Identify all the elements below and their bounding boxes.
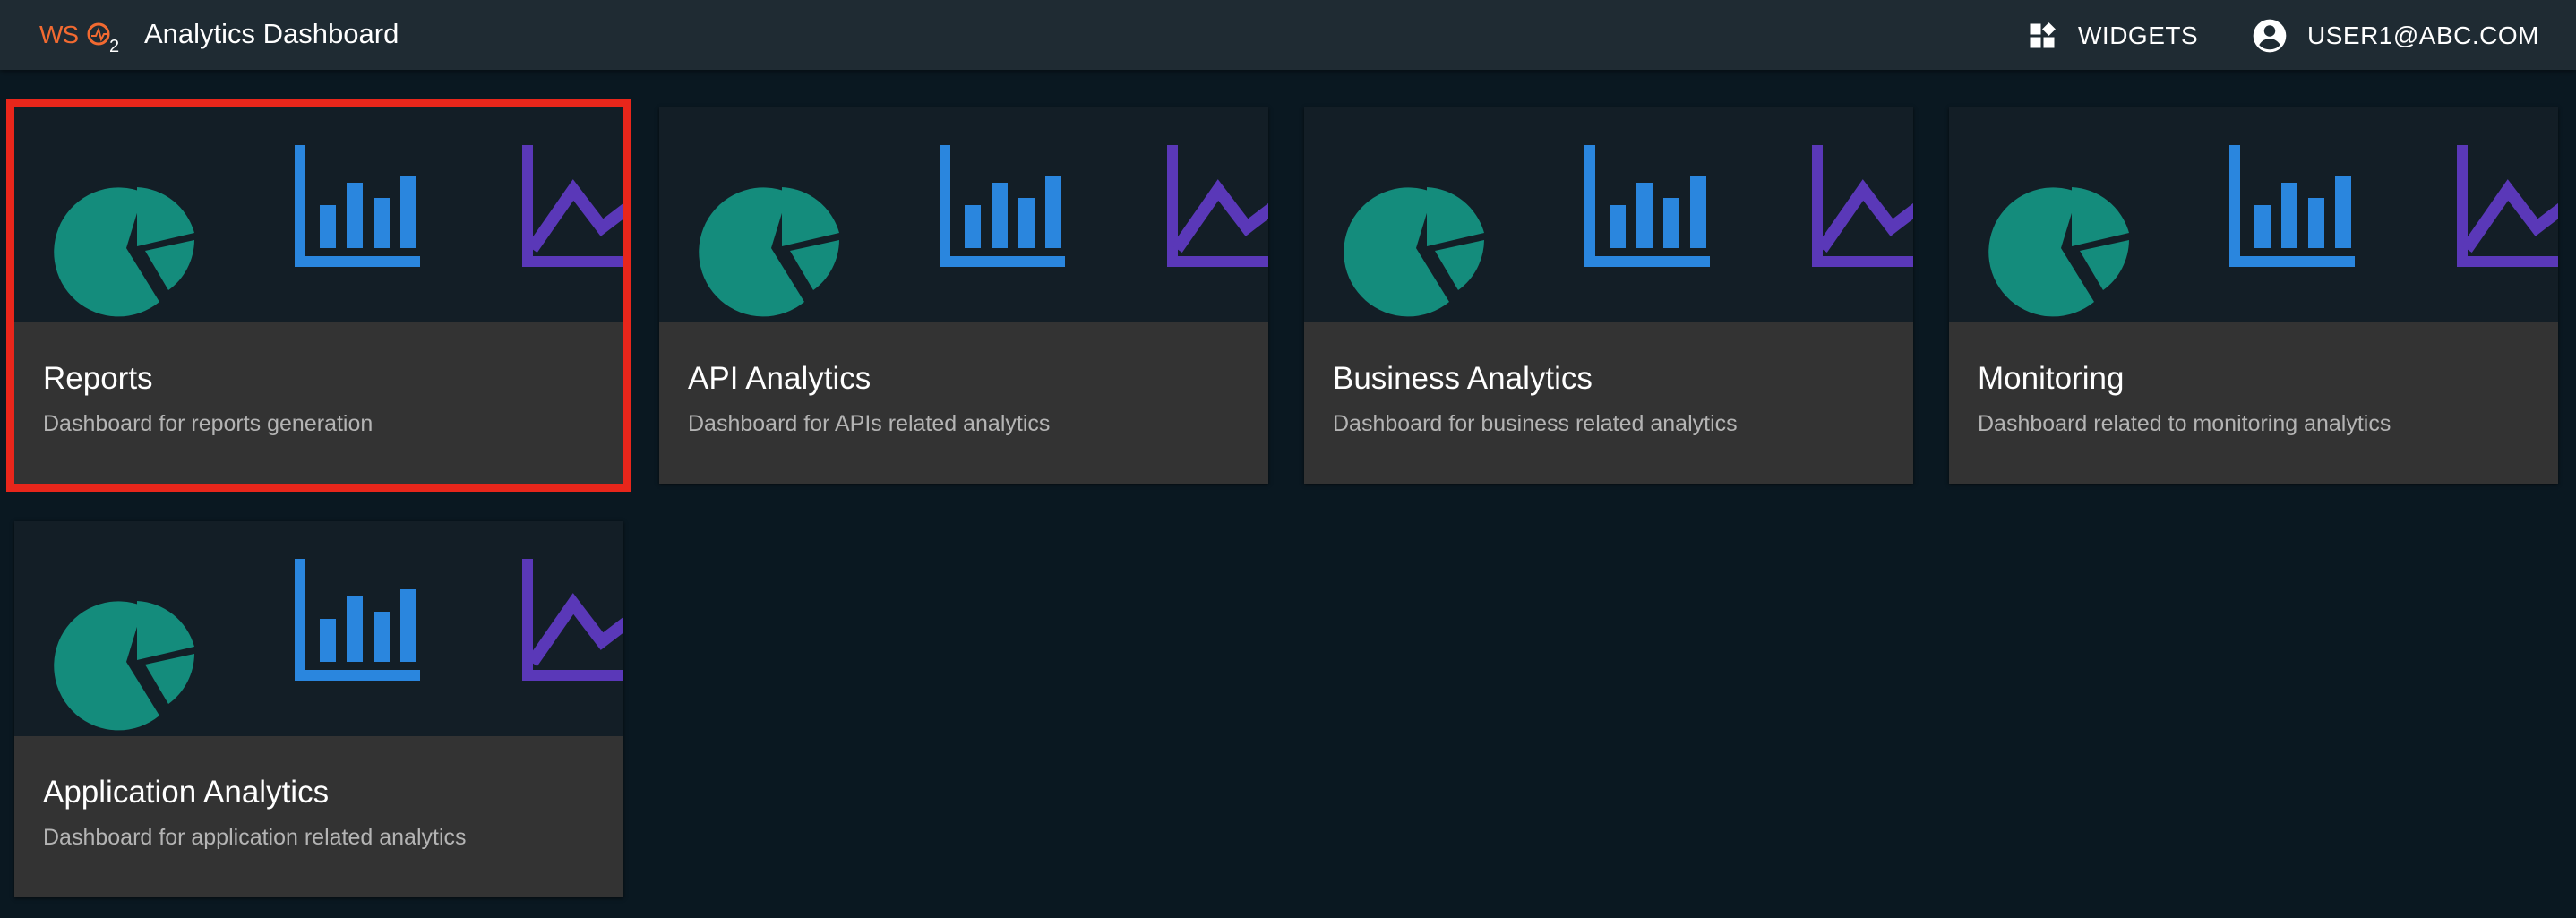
pie-chart-icon: [699, 187, 839, 317]
card-description: Dashboard for reports generation: [43, 411, 374, 436]
card-thumbnail: [14, 107, 623, 322]
widgets-label: WIDGETS: [2078, 21, 2199, 49]
card-description: Dashboard for APIs related analytics: [688, 411, 1051, 436]
user-email-label: USER1@ABC.COM: [2307, 21, 2539, 49]
dashboard-card[interactable]: Business Analytics Dashboard for busines…: [1304, 107, 1913, 484]
widgets-icon: [2030, 22, 2056, 48]
svg-text:2: 2: [109, 37, 119, 56]
card-thumbnail: [659, 107, 1268, 322]
pie-chart-icon: [1988, 187, 2129, 317]
account-circle-icon: [2253, 19, 2287, 53]
line-chart-icon: [2457, 145, 2558, 267]
line-chart-icon: [1812, 145, 1913, 267]
card-description: Dashboard related to monitoring analytic…: [1978, 411, 2391, 436]
pie-chart-icon: [54, 187, 194, 317]
bar-chart-icon: [295, 559, 420, 681]
card-thumbnail: [1949, 107, 2558, 322]
svg-text:WS: WS: [39, 21, 78, 48]
line-chart-icon: [522, 559, 623, 681]
bar-chart-icon: [940, 145, 1065, 267]
dashboard-card[interactable]: API Analytics Dashboard for APIs related…: [659, 107, 1268, 484]
pie-chart-icon: [1344, 187, 1484, 317]
card-title: Reports: [43, 361, 153, 396]
app-title: Analytics Dashboard: [144, 18, 399, 49]
line-chart-icon: [1167, 145, 1268, 267]
bar-chart-icon: [2229, 145, 2355, 267]
dashboard-card[interactable]: Monitoring Dashboard related to monitori…: [1949, 107, 2558, 484]
card-thumbnail: [14, 521, 623, 736]
line-chart-icon: [522, 145, 623, 267]
card-title: Application Analytics: [43, 775, 330, 810]
wso2-logo[interactable]: WS 2: [39, 16, 122, 56]
bar-chart-icon: [1584, 145, 1710, 267]
card-title: API Analytics: [688, 361, 872, 396]
card-thumbnail: [1304, 107, 1913, 322]
card-title: Monitoring: [1978, 361, 2125, 396]
dashboard-card[interactable]: Reports Dashboard for reports generation: [6, 99, 631, 492]
widgets-button[interactable]: WIDGETS: [2026, 15, 2198, 56]
card-description: Dashboard for application related analyt…: [43, 825, 467, 850]
card-title: Business Analytics: [1333, 361, 1593, 396]
dashboard-card[interactable]: Application Analytics Dashboard for appl…: [14, 521, 623, 897]
user-account-button[interactable]: USER1@ABC.COM: [2250, 15, 2539, 56]
pie-chart-icon: [54, 601, 194, 731]
app-header: WS 2 Analytics Dashboard WIDGETS USER1@A…: [0, 0, 2576, 70]
bar-chart-icon: [295, 145, 420, 267]
card-description: Dashboard for business related analytics: [1333, 411, 1738, 436]
